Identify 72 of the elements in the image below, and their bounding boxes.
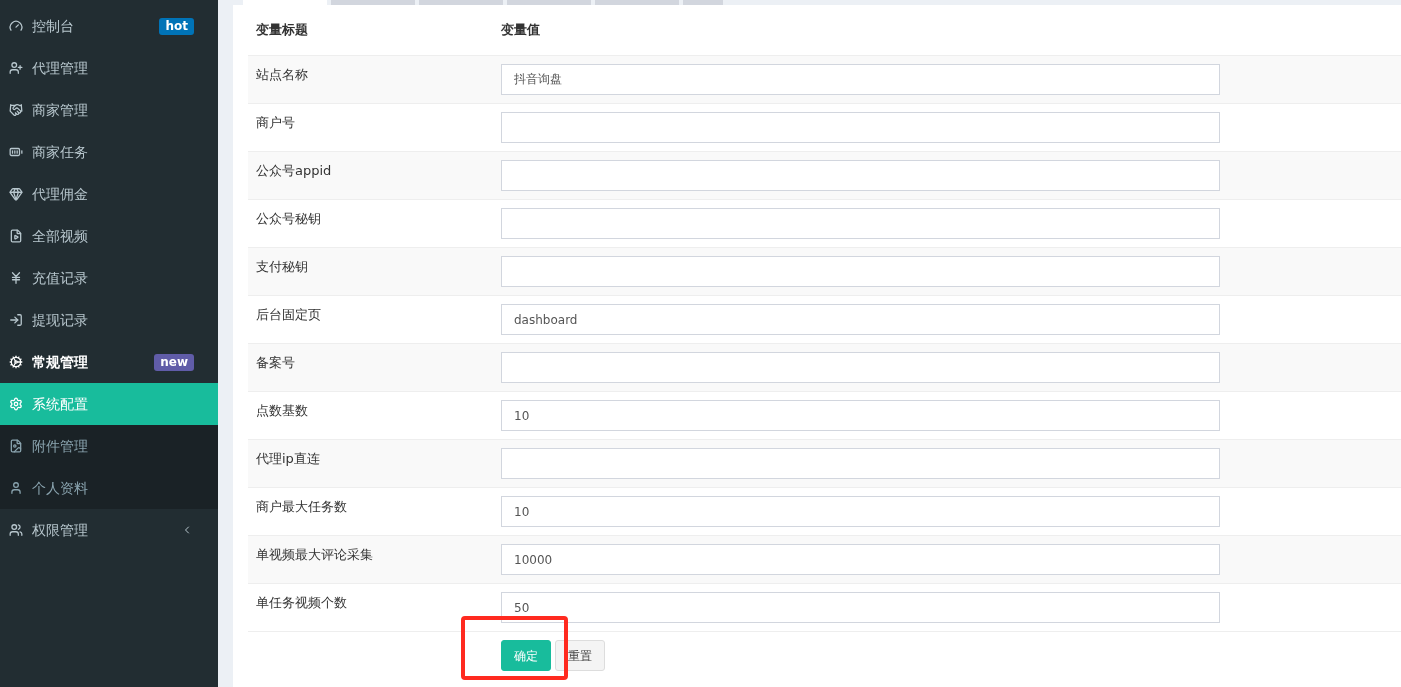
sidebar-item[interactable]: 商家管理: [0, 89, 218, 131]
sidebar-label: 全部视频: [32, 226, 89, 246]
sidebar-item[interactable]: 充值记录: [0, 257, 218, 299]
table-cell-text: 公众号秘钥: [255, 210, 322, 228]
sidebar-label: 充值记录: [32, 268, 89, 288]
input-field[interactable]: [501, 256, 1220, 287]
input-field[interactable]: 抖音询盘: [501, 64, 1220, 95]
table-cell-text: 站点名称: [255, 66, 309, 84]
column-header: 变量标题: [255, 21, 309, 40]
sidebar-item[interactable]: 代理佣金: [0, 173, 218, 215]
sidebar-badge: hot: [159, 17, 194, 35]
reset-button[interactable]: 重置: [555, 640, 605, 671]
table-cell-text: 支付秘钥: [255, 258, 309, 276]
tab[interactable]: [507, 0, 591, 5]
input-field[interactable]: 10000: [501, 544, 1220, 575]
sidebar-label: 代理管理: [32, 58, 89, 78]
input-field[interactable]: [501, 160, 1220, 191]
sidebar-label: 附件管理: [32, 436, 89, 456]
yen-icon: [9, 271, 23, 285]
sidebar-label: 系统配置: [32, 394, 89, 414]
input-field[interactable]: 50: [501, 592, 1220, 623]
sidebar-label: 商家管理: [32, 100, 89, 120]
sidebar-item[interactable]: 全部视频: [0, 215, 218, 257]
table-cell-text: 单任务视频个数: [255, 594, 348, 612]
battery-icon: [9, 145, 23, 159]
sidebar-item[interactable]: 商家任务: [0, 131, 218, 173]
sidebar-item[interactable]: 附件管理: [0, 425, 218, 467]
input-field[interactable]: 10: [501, 496, 1220, 527]
table-cell-text: 后台固定页: [255, 306, 322, 324]
sidebar-label: 代理佣金: [32, 184, 89, 204]
sidebar-label: 权限管理: [32, 520, 89, 540]
sidebar-label: 提现记录: [32, 310, 89, 330]
tab[interactable]: [683, 0, 723, 5]
user-plus-icon: [9, 61, 23, 75]
input-field[interactable]: dashboard: [501, 304, 1220, 335]
tab[interactable]: [331, 0, 415, 5]
diamond-icon: [9, 187, 23, 201]
input-field[interactable]: [501, 112, 1220, 143]
sidebar-badge: new: [154, 353, 194, 371]
sidebar-label: 控制台: [32, 16, 75, 36]
sidebar-label: 个人资料: [32, 478, 89, 498]
sidebar-item[interactable]: 权限管理: [0, 509, 218, 551]
gauge-icon: [9, 19, 23, 33]
video-file-icon: [9, 229, 23, 243]
sidebar-item[interactable]: 常规管理 new: [0, 341, 218, 383]
table-cell-text: 单视频最大评论采集: [255, 546, 374, 564]
sidebar-item[interactable]: 提现记录: [0, 299, 218, 341]
table-cell-text: 商户最大任务数: [255, 498, 348, 516]
image-file-icon: [9, 439, 23, 453]
sidebar-item[interactable]: 个人资料: [0, 467, 218, 509]
sidebar-item[interactable]: 控制台 hot: [0, 5, 218, 47]
input-field[interactable]: [501, 208, 1220, 239]
input-field[interactable]: 10: [501, 400, 1220, 431]
sidebar-item[interactable]: 代理管理: [0, 47, 218, 89]
handshake-icon: [9, 103, 23, 117]
login-icon: [9, 313, 23, 327]
gears-icon: [9, 355, 23, 369]
user-icon: [9, 481, 23, 495]
table-cell-text: 商户号: [255, 114, 296, 132]
table-cell-text: 点数基数: [255, 402, 309, 420]
sidebar-label: 商家任务: [32, 142, 89, 162]
column-header: 变量值: [501, 21, 540, 40]
tab[interactable]: [595, 0, 679, 5]
users-icon: [9, 523, 23, 537]
sidebar-label: 常规管理: [32, 352, 89, 372]
tab[interactable]: [419, 0, 503, 5]
settings-icon: [9, 397, 23, 411]
input-field[interactable]: [501, 352, 1220, 383]
table-cell-text: 公众号appid: [255, 162, 333, 180]
table-cell-text: 代理ip直连: [255, 450, 321, 468]
table-cell-text: 备案号: [255, 354, 296, 372]
input-field[interactable]: [501, 448, 1220, 479]
